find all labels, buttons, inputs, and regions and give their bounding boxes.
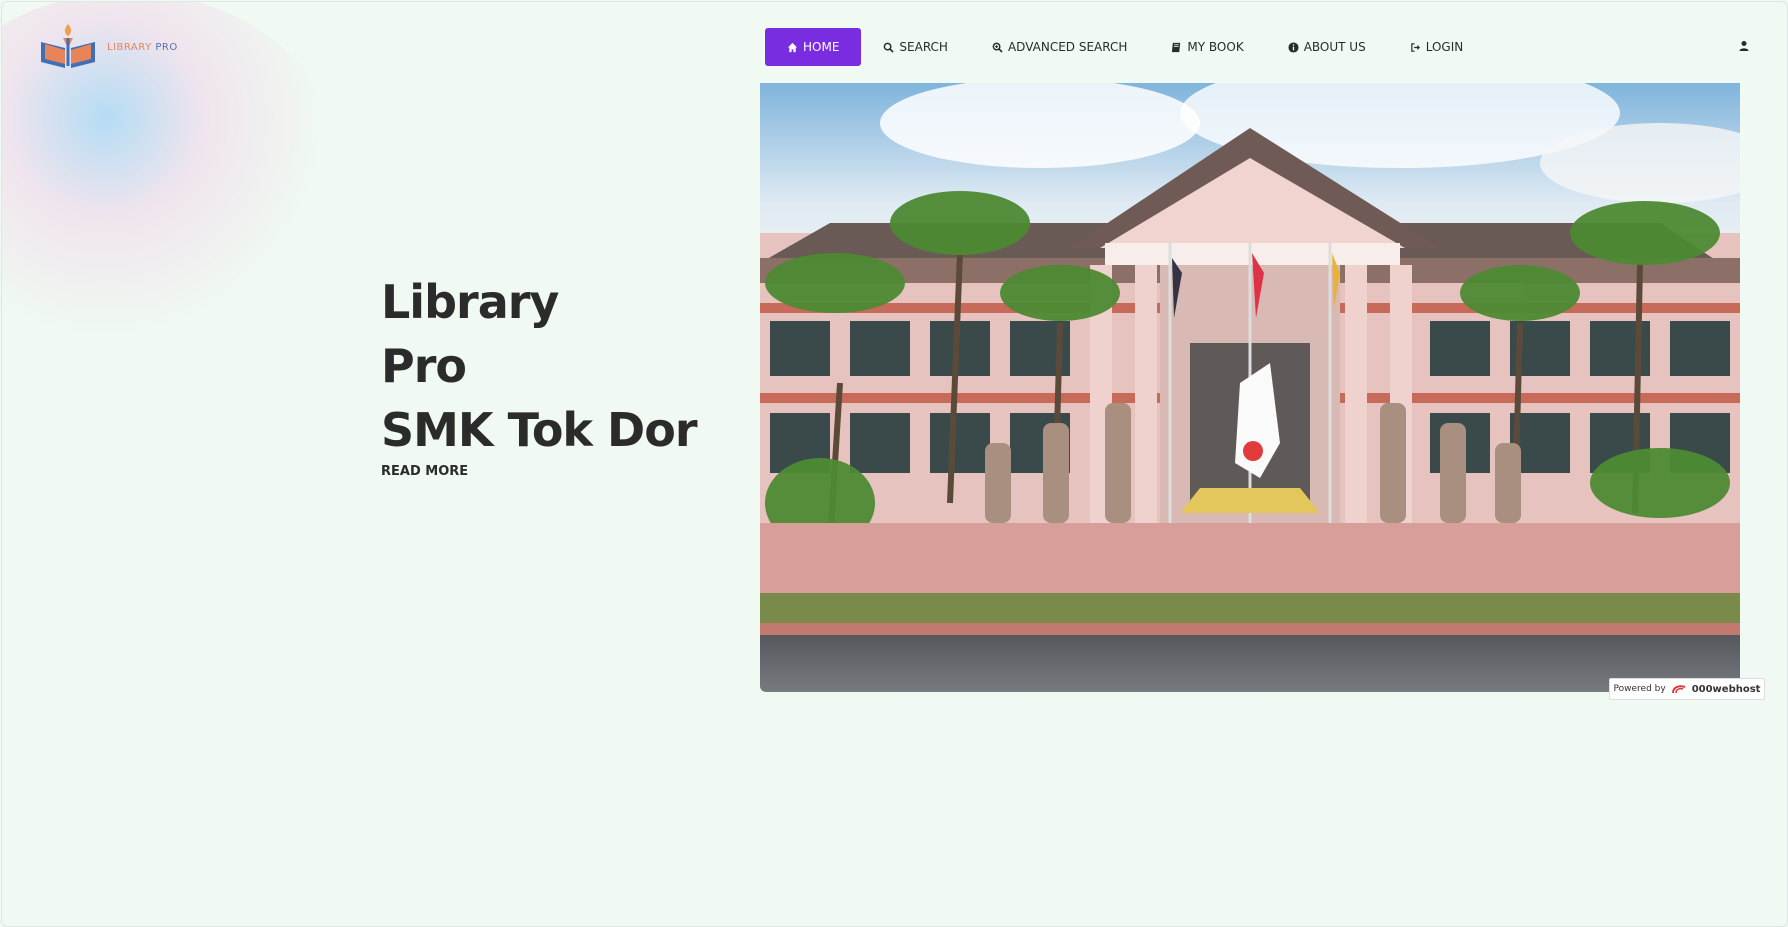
info-icon: [1288, 41, 1299, 53]
advanced-search-icon: [992, 42, 1003, 53]
nav-my-book-label: MY BOOK: [1187, 40, 1244, 54]
logo-text-pro: PRO: [155, 41, 178, 53]
nav-login-label: LOGIN: [1425, 40, 1464, 54]
hero-title-line1: Library: [381, 275, 559, 329]
page: LIBRARY PRO HOME SEARCH ADVANCED SEARCH: [1, 1, 1788, 927]
nav-advanced-search-label: ADVANCED SEARCH: [1007, 40, 1128, 54]
logo-book-icon: [41, 24, 95, 68]
nav-search[interactable]: SEARCH: [861, 28, 970, 66]
nav-login[interactable]: LOGIN: [1388, 28, 1486, 66]
search-icon: [884, 42, 895, 53]
main-nav: HOME SEARCH ADVANCED SEARCH MY BOOK ABOU…: [765, 28, 1485, 66]
nav-search-label: SEARCH: [899, 40, 948, 54]
login-icon: [1410, 42, 1420, 52]
nav-home-label: HOME: [803, 40, 840, 54]
powered-by-prefix: Powered by: [1613, 684, 1666, 694]
webhost-logo-icon: [1671, 685, 1686, 694]
powered-by-brand: 000webhost: [1691, 683, 1761, 695]
nav-about-us[interactable]: ABOUT US: [1266, 28, 1388, 66]
hero-title-line2: Pro: [381, 339, 467, 393]
logo-text: LIBRARY PRO: [107, 42, 178, 53]
home-icon: [787, 42, 798, 52]
school-building-photo: [760, 83, 1740, 692]
nav-about-us-label: ABOUT US: [1303, 40, 1366, 54]
read-more-link[interactable]: READ MORE: [381, 464, 468, 479]
nav-my-book[interactable]: MY BOOK: [1149, 28, 1265, 66]
hero-title-line3: SMK Tok Dor: [381, 403, 698, 457]
book-icon: [1172, 42, 1181, 52]
logo-text-library: LIBRARY: [107, 41, 152, 53]
logo[interactable]: LIBRARY PRO: [37, 22, 178, 72]
powered-by-badge[interactable]: Powered by 000webhost: [1609, 678, 1765, 700]
user-icon[interactable]: [1738, 40, 1750, 52]
hero-title: Library Pro SMK Tok Dor: [381, 270, 698, 462]
nav-advanced-search[interactable]: ADVANCED SEARCH: [970, 28, 1149, 66]
nav-home[interactable]: HOME: [765, 28, 862, 66]
